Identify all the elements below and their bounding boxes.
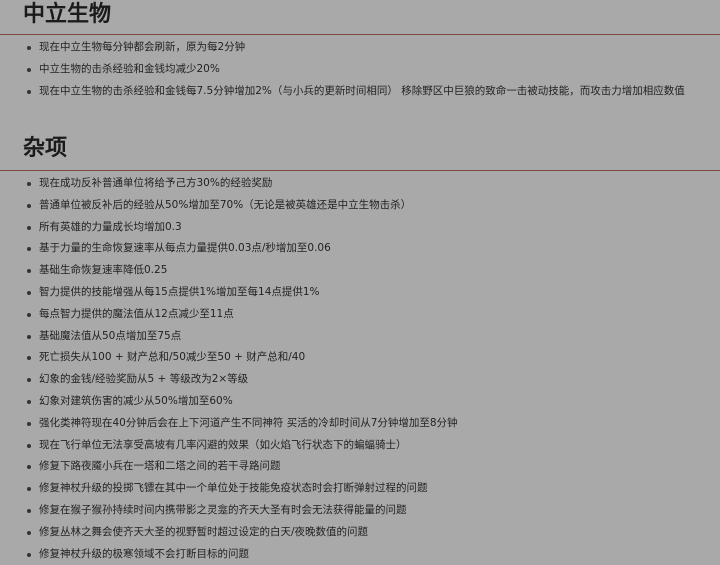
section-neutral-creeps: 中立生物 现在中立生物每分钟都会刷新，原为每2分钟 中立生物的击杀经验和金钱均减… (0, 0, 720, 102)
list-item: 基础生命恢复速率降低0.25 (27, 260, 720, 282)
misc-list: 现在成功反补普通单位将给予己方30%的经验奖励 普通单位被反补后的经验从50%增… (0, 171, 720, 565)
section-misc: 杂项 现在成功反补普通单位将给予己方30%的经验奖励 普通单位被反补后的经验从5… (0, 135, 720, 565)
list-item: 修复在猴子猴孙持续时间内携带影之灵龛的齐天大圣有时会无法获得能量的问题 (27, 500, 720, 522)
list-item: 中立生物的击杀经验和金钱均减少20% (27, 59, 720, 81)
list-item: 现在成功反补普通单位将给予己方30%的经验奖励 (27, 173, 720, 195)
list-item: 修复神杖升级的极寒领域不会打断目标的问题 (27, 544, 720, 565)
neutral-list: 现在中立生物每分钟都会刷新，原为每2分钟 中立生物的击杀经验和金钱均减少20% … (0, 35, 720, 102)
list-item: 幻象的金钱/经验奖励从5 + 等级改为2×等级 (27, 369, 720, 391)
list-item: 幻象对建筑伤害的减少从50%增加至60% (27, 391, 720, 413)
list-item: 现在中立生物的击杀经验和金钱每7.5分钟增加2%（与小兵的更新时间相同） 移除野… (27, 81, 720, 103)
list-item: 死亡损失从100 + 财产总和/50减少至50 + 财产总和/40 (27, 347, 720, 369)
list-item: 强化类神符现在40分钟后会在上下河道产生不同神符 买活的冷却时间从7分钟增加至8… (27, 413, 720, 435)
list-item: 普通单位被反补后的经验从50%增加至70%（无论是被英雄还是中立生物击杀） (27, 195, 720, 217)
section-title-misc: 杂项 (23, 136, 68, 161)
section-title-neutral: 中立生物 (23, 2, 112, 27)
list-item: 基于力量的生命恢复速率从每点力量提供0.03点/秒增加至0.06 (27, 238, 720, 260)
list-item: 修复丛林之舞会使齐天大圣的视野暂时超过设定的白天/夜晚数值的问题 (27, 522, 720, 544)
list-item: 现在中立生物每分钟都会刷新，原为每2分钟 (27, 37, 720, 59)
list-item: 所有英雄的力量成长均增加0.3 (27, 217, 720, 239)
list-item: 每点智力提供的魔法值从12点减少至11点 (27, 304, 720, 326)
list-item: 基础魔法值从50点增加至75点 (27, 326, 720, 348)
list-item: 智力提供的技能增强从每15点提供1%增加至每14点提供1% (27, 282, 720, 304)
list-item: 修复下路夜魇小兵在一塔和二塔之间的若干寻路问题 (27, 456, 720, 478)
list-item: 现在飞行单位无法享受高坡有几率闪避的效果（如火焰飞行状态下的蝙蝠骑士） (27, 435, 720, 457)
list-item: 修复神杖升级的投掷飞镖在其中一个单位处于技能免疫状态时会打断弹射过程的问题 (27, 478, 720, 500)
